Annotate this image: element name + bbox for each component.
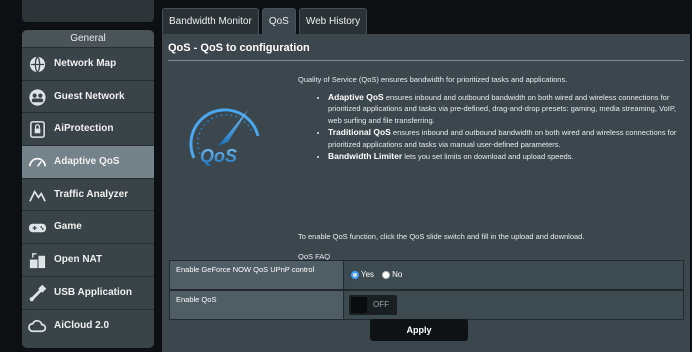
tab-bar: Bandwidth Monitor QoS Web History — [162, 8, 368, 34]
geforce-yes-label[interactable]: Yes — [361, 270, 374, 279]
cloud-icon — [28, 319, 47, 332]
sidebar-general-panel: General Network Map Guest Network AiProt… — [22, 30, 154, 348]
tab-web-history[interactable]: Web History — [298, 8, 368, 34]
feature-text: lets you set limits on download and uplo… — [402, 152, 574, 161]
router-admin-page: General Network Map Guest Network AiProt… — [0, 0, 692, 352]
feature-term: Adaptive QoS — [328, 91, 384, 102]
sidebar-item-usb-application[interactable]: USB Application — [22, 275, 154, 309]
analyzer-icon — [29, 189, 46, 202]
sidebar-item-label: Open NAT — [54, 254, 103, 266]
feature-adaptive-qos: Adaptive QoS ensures inbound and outboun… — [328, 92, 684, 127]
page-title: QoS - QoS to configuration — [168, 42, 310, 54]
tab-qos[interactable]: QoS — [261, 8, 296, 34]
sidebar-item-network-map[interactable]: Network Map — [22, 47, 154, 80]
geforce-no-radio[interactable] — [382, 270, 391, 279]
globe-icon — [29, 56, 46, 73]
sidebar-item-open-nat[interactable]: Open NAT — [22, 243, 154, 276]
logo-text: QoS — [200, 146, 237, 166]
tab-bandwidth-monitor[interactable]: Bandwidth Monitor — [162, 8, 259, 34]
geforce-no-label[interactable]: No — [392, 270, 402, 279]
feature-list: Adaptive QoS ensures inbound and outboun… — [328, 92, 684, 163]
sidebar-item-label: Guest Network — [54, 90, 125, 102]
sidebar-item-label: AiCloud 2.0 — [54, 319, 110, 331]
apply-button[interactable]: Apply — [370, 319, 468, 341]
sidebar-item-label: Network Map — [54, 58, 117, 69]
enable-qos-row: Enable QoS OFF — [169, 290, 684, 320]
sidebar: General Network Map Guest Network AiProt… — [22, 0, 154, 352]
geforce-qos-value: Yes No — [345, 261, 683, 289]
sidebar-item-adaptive-qos[interactable]: Adaptive QoS — [22, 145, 154, 178]
enable-qos-label: Enable QoS — [170, 291, 344, 319]
feature-term: Traditional QoS — [328, 127, 391, 137]
toggle-knob — [351, 297, 367, 313]
sidebar-item-label: Adaptive QoS — [54, 156, 120, 168]
usb-icon — [29, 284, 47, 302]
speedometer-icon — [29, 157, 46, 167]
intro-text: Quality of Service (QoS) ensures bandwid… — [298, 75, 568, 84]
sidebar-item-label: Traffic Analyzer — [54, 188, 129, 200]
sidebar-item-aiprotection[interactable]: AiProtection — [22, 112, 154, 146]
feature-traditional-qos: Traditional QoS ensures inbound and outb… — [328, 127, 684, 150]
sidebar-top-item[interactable] — [22, 0, 154, 22]
main-content: Bandwidth Monitor QoS Web History QoS - … — [162, 8, 690, 352]
geforce-radio-group: Yes No — [351, 270, 402, 279]
sidebar-header: General — [22, 30, 154, 47]
sidebar-item-game[interactable]: Game — [22, 210, 154, 244]
gamepad-icon — [28, 224, 47, 233]
enable-qos-value: OFF — [345, 291, 683, 319]
guest-icon — [29, 89, 46, 106]
sidebar-item-label: Game — [54, 221, 82, 233]
geforce-yes-radio[interactable] — [351, 270, 359, 279]
feature-term: Bandwidth Limiter — [328, 151, 403, 161]
title-divider — [168, 60, 684, 61]
sidebar-item-traffic-analyzer[interactable]: Traffic Analyzer — [22, 177, 154, 211]
toggle-state-text: OFF — [373, 300, 389, 309]
open-nat-icon — [29, 253, 46, 269]
geforce-qos-label: Enable GeForce NOW QoS UPnP control — [170, 261, 344, 289]
sidebar-item-label: AiProtection — [54, 123, 114, 135]
geforce-qos-row: Enable GeForce NOW QoS UPnP control Yes … — [169, 260, 684, 290]
qos-description: Quality of Service (QoS) ensures bandwid… — [298, 74, 684, 164]
feature-bandwidth-limiter: Bandwidth Limiter lets you set limits on… — [328, 151, 684, 163]
qos-speedometer-logo: QoS — [189, 108, 260, 166]
sidebar-item-label: USB Application — [54, 286, 132, 298]
lock-icon — [30, 121, 45, 139]
sidebar-item-guest-network[interactable]: Guest Network — [22, 79, 154, 113]
sidebar-item-aicloud[interactable]: AiCloud 2.0 — [22, 308, 154, 342]
enable-instructions: To enable QoS function, click the QoS sl… — [298, 232, 585, 241]
qos-panel: QoS - QoS to configuration QoS Quality o… — [162, 34, 690, 352]
enable-qos-toggle[interactable]: OFF — [349, 295, 397, 315]
